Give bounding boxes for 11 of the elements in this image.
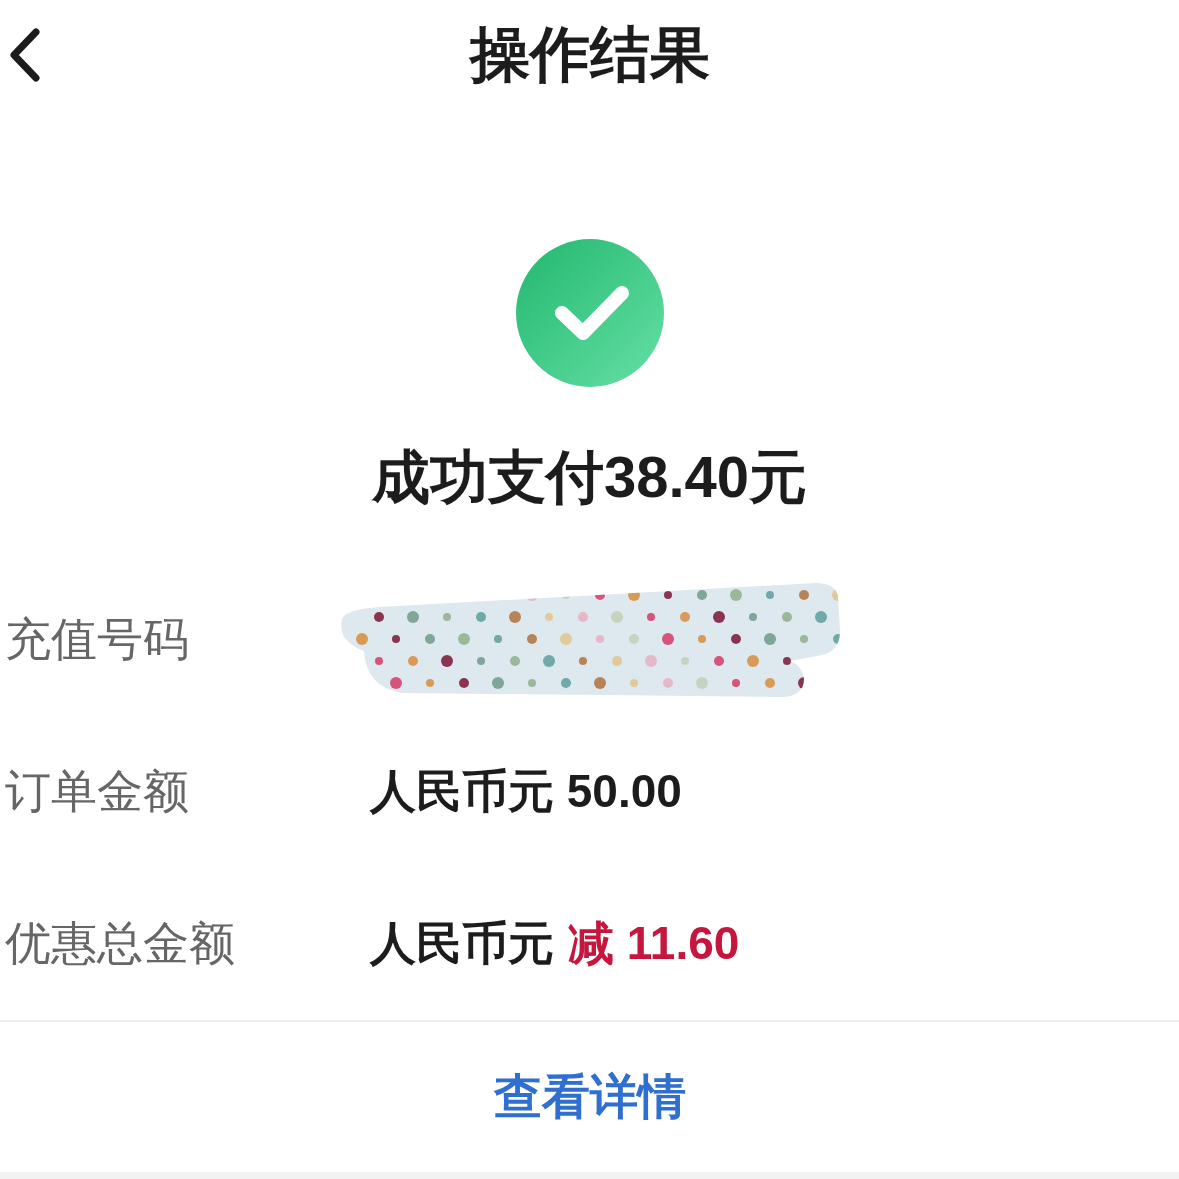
discount-amount: 减 11.60 bbox=[568, 915, 740, 971]
detail-label: 优惠总金额 bbox=[5, 915, 235, 971]
back-chevron-icon bbox=[8, 28, 42, 82]
view-details-link[interactable]: 查看详情 bbox=[493, 1067, 686, 1126]
amount-text: 人民币元 50.00 bbox=[370, 763, 682, 819]
page-title: 操作结果 bbox=[469, 20, 710, 90]
back-button[interactable] bbox=[8, 28, 42, 82]
detail-label: 充值号码 bbox=[5, 611, 189, 667]
detail-label: 订单金额 bbox=[5, 763, 189, 819]
payment-result-message: 成功支付38.40元 bbox=[371, 443, 808, 511]
amount-text: 人民币元 bbox=[370, 915, 554, 971]
